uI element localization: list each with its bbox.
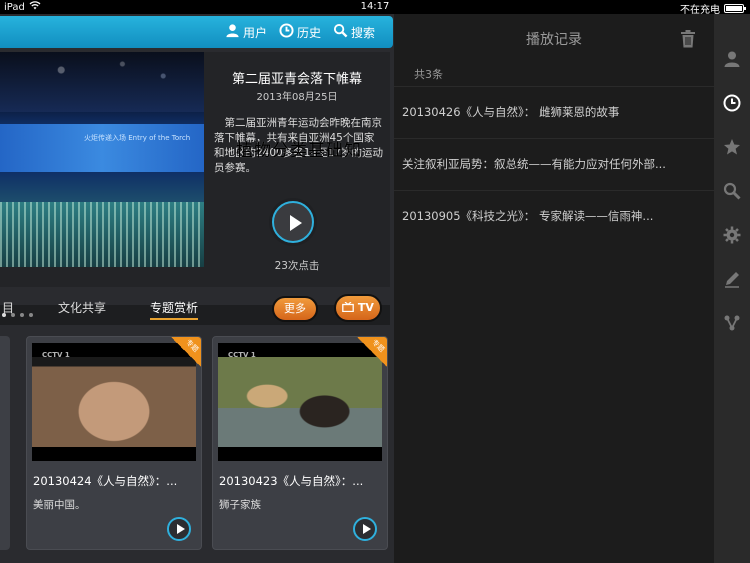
star-icon[interactable] bbox=[723, 138, 741, 156]
user-icon[interactable] bbox=[723, 50, 741, 68]
featured-image[interactable]: 火炬传递入场 Entry of the Torch bbox=[0, 52, 204, 267]
history-item[interactable]: 20130905《科技之光》： 专家解读——信雨神... bbox=[394, 190, 714, 242]
history-button[interactable]: 历史 bbox=[279, 23, 321, 41]
clock-icon bbox=[279, 23, 294, 41]
stage-screen-text: 火炬传递入场 Entry of the Torch bbox=[84, 134, 191, 142]
battery-icon bbox=[724, 4, 746, 13]
tab-culture-share[interactable]: 文化共享 bbox=[58, 299, 106, 316]
history-item[interactable]: 关注叙利亚局势：叙总统——有能力应对任何外部... bbox=[394, 138, 714, 190]
top-nav-bar: 用户 历史 搜索 bbox=[0, 16, 393, 48]
gear-icon[interactable] bbox=[723, 226, 741, 244]
status-bar: iPad 14:17 不在充电 bbox=[0, 0, 750, 16]
search-label: 搜索 bbox=[350, 25, 375, 40]
history-clock-icon[interactable] bbox=[723, 94, 741, 112]
video-card[interactable]: CCTV 1 专题 20130423《人与自然》：... 狮子家族 bbox=[212, 336, 388, 550]
user-button[interactable]: 用户 bbox=[225, 23, 267, 41]
channel-logo: CCTV 1 bbox=[228, 351, 256, 359]
search-button[interactable]: 搜索 bbox=[333, 23, 375, 41]
featured-play-button[interactable] bbox=[272, 201, 314, 243]
card-title: 20130424《人与自然》：... bbox=[33, 474, 178, 488]
history-panel: 播放记录 共3条 20130426《人与自然》： 雌狮莱恩的故事 关注叙利亚局势… bbox=[394, 14, 714, 563]
tv-label: TV bbox=[357, 301, 374, 314]
featured-date: 2013年08月25日 bbox=[256, 92, 338, 103]
tab-partial[interactable]: 目 bbox=[2, 299, 14, 316]
search-icon[interactable] bbox=[723, 182, 741, 200]
card-subtitle: 狮子家族 bbox=[219, 499, 261, 511]
channel-logo: CCTV 1 bbox=[42, 351, 70, 359]
card-play-button[interactable] bbox=[167, 517, 191, 541]
topic-badge: 专题 bbox=[171, 337, 201, 367]
tv-icon bbox=[342, 301, 358, 314]
trash-icon[interactable] bbox=[680, 30, 696, 48]
partial-card[interactable] bbox=[0, 336, 10, 550]
status-time: 14:17 bbox=[360, 1, 390, 12]
history-item[interactable]: 20130426《人与自然》： 雌狮莱恩的故事 bbox=[394, 86, 714, 138]
history-list: 20130426《人与自然》： 雌狮莱恩的故事 关注叙利亚局势：叙总统——有能力… bbox=[394, 86, 714, 242]
video-card[interactable]: CCTV 1 专题 20130424《人与自然》：... 美丽中国。 bbox=[26, 336, 202, 550]
featured-carousel[interactable]: 火炬传递入场 Entry of the Torch 第二届亚青会落下帷幕 201… bbox=[0, 52, 390, 325]
user-icon bbox=[225, 23, 240, 41]
topic-badge: 专题 bbox=[357, 337, 387, 367]
card-play-button[interactable] bbox=[353, 517, 377, 541]
history-count: 共3条 bbox=[414, 68, 443, 81]
tab-topic-appreciation[interactable]: 专题赏析 bbox=[150, 299, 199, 320]
card-title: 20130423《人与自然》：... bbox=[219, 474, 364, 488]
overlay-text: 植物分类基础知 bbox=[236, 141, 362, 161]
edit-icon[interactable] bbox=[723, 270, 741, 288]
featured-click-count: 23次点击 bbox=[274, 260, 320, 272]
tv-button[interactable]: TV bbox=[334, 294, 382, 322]
card-subtitle: 美丽中国。 bbox=[33, 499, 86, 511]
category-tabs: 目 文化共享 专题赏析 更多 TV bbox=[0, 294, 394, 326]
share-icon[interactable] bbox=[723, 314, 741, 332]
user-label: 用户 bbox=[242, 25, 267, 40]
featured-title: 第二届亚青会落下帷幕 bbox=[231, 72, 362, 87]
search-icon bbox=[333, 23, 348, 41]
history-title: 播放记录 bbox=[526, 32, 582, 48]
icon-sidebar bbox=[714, 14, 750, 563]
history-label: 历史 bbox=[296, 25, 321, 40]
main-panel: 用户 历史 搜索 火炬传递入场 Entry of the Torch 第二届亚青… bbox=[0, 14, 394, 563]
more-button[interactable]: 更多 bbox=[272, 296, 318, 322]
